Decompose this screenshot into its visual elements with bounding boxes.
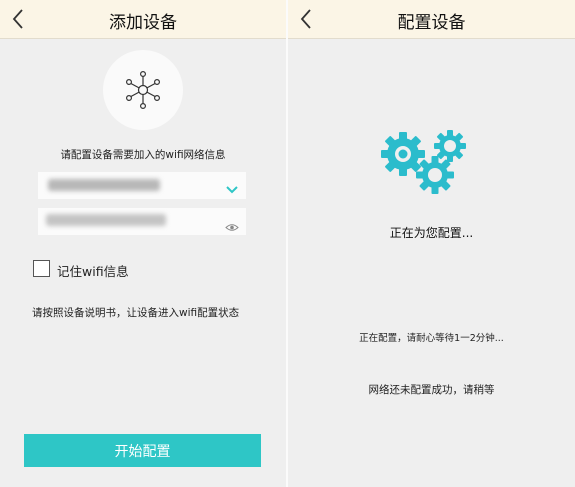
eye-icon[interactable] xyxy=(225,217,239,236)
wait-hint: 正在配置，请耐心等待1一2分钟... xyxy=(359,333,504,344)
chevron-down-icon[interactable] xyxy=(225,180,239,199)
remember-wifi-label: 记住wifi信息 xyxy=(57,264,129,279)
configuring-status: 正在为您配置... xyxy=(389,226,474,240)
instruction-text: 请按照设备说明书，让设备进入wifi配置状态 xyxy=(32,307,240,319)
configure-device-screen: 配置设备 正在为您配置... 正在配置，请耐心等待1一2分钟... 网络还未配置… xyxy=(288,0,575,487)
gears-icon xyxy=(380,128,470,202)
header: 配置设备 xyxy=(288,0,575,39)
header: 添加设备 xyxy=(0,0,286,39)
device-avatar xyxy=(103,50,183,130)
start-config-button[interactable]: 开始配置 xyxy=(24,434,261,467)
wifi-ssid-select[interactable] xyxy=(38,172,246,199)
ssid-value-blurred xyxy=(48,179,160,191)
page-title: 配置设备 xyxy=(397,13,466,33)
result-status: 网络还未配置成功，请稍等 xyxy=(368,384,495,396)
remember-wifi-checkbox[interactable] xyxy=(33,260,50,277)
wifi-password-field[interactable] xyxy=(38,208,246,235)
wifi-info-hint: 请配置设备需要加入的wifi网络信息 xyxy=(60,149,226,161)
add-device-screen: 添加设备 请配置设备需要加入的wifi网络信息 记住wifi信息 请按照设备说明… xyxy=(0,0,286,487)
page-title: 添加设备 xyxy=(109,13,177,33)
password-value-blurred xyxy=(46,214,166,226)
